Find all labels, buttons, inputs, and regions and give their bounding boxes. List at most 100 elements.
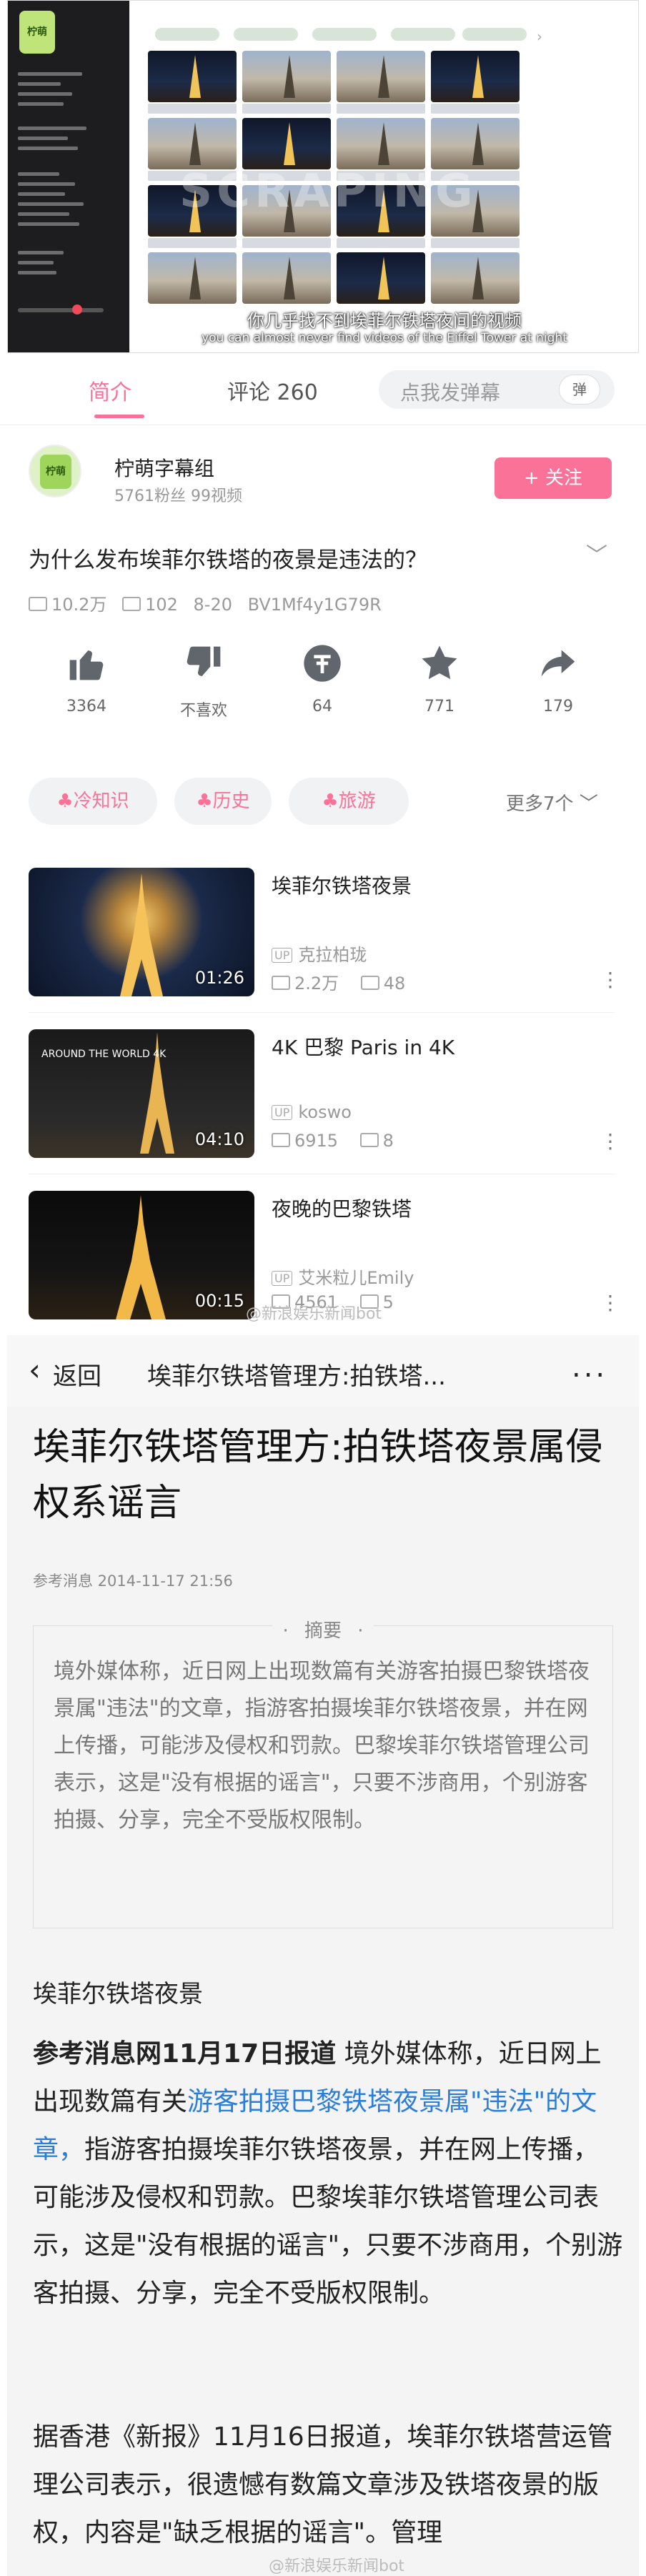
article-title: 埃菲尔铁塔管理方:拍铁塔夜景属侵权系谣言 [33,1426,603,1525]
video-tab-bar: 简介 评论 260 点我发弹幕 弹 [0,353,646,425]
follow-button[interactable]: + 关注 [495,457,612,499]
paragraph-text: 指游客拍摄埃菲尔铁塔夜景，并在网上传播，可能涉及侵权和罚款。巴黎埃菲尔铁塔管理公… [33,2135,623,2308]
tag-icon: ♣ [56,791,74,812]
danmaku-count-icon [122,597,141,611]
grid-thumb[interactable] [431,252,520,304]
player-filter-panel: 柠萌 [8,1,129,352]
publish-date: 8-20 [193,595,232,615]
article-paragraph: 据香港《新报》11月16日报道，埃菲尔铁塔营运管理公司表示，很遗憾有数篇文章涉及… [33,2422,613,2547]
filter-line [18,202,84,206]
up-badge: UP [272,1105,293,1120]
coin-button[interactable]: 64 [283,643,362,715]
slider-handle[interactable] [72,304,82,314]
related-danmaku: 48 [383,974,406,994]
more-tags-button[interactable]: 更多7个 ﹀ [506,789,598,816]
tag-chip[interactable]: ♣旅游 [289,778,409,825]
back-chevron-icon[interactable]: ‹ [29,1352,41,1387]
uploader-avatar[interactable]: 柠萌 [29,445,81,497]
like-count: 3364 [66,698,106,715]
thumb-caption [337,238,425,248]
grid-thumb[interactable] [242,118,331,169]
related-video[interactable]: AROUND THE WORLD 4K 04:10 4K 巴黎 Paris in… [29,1029,620,1158]
play-count-icon [29,597,47,611]
filter-chip[interactable] [462,28,527,41]
tag-label: 旅游 [338,791,376,812]
thumb-overlay-text: AROUND THE WORLD 4K [41,1049,167,1060]
video-duration: 00:15 [194,1291,244,1311]
grid-thumb[interactable] [337,252,425,304]
danmaku-toggle-button[interactable]: 弹 [559,375,600,405]
grid-thumb[interactable] [337,51,425,102]
thumb-caption [431,104,520,114]
thumb-caption [242,104,331,114]
video-title: 为什么发布埃菲尔铁塔的夜景是违法的？ [29,548,427,573]
star-icon [418,643,461,686]
dislike-button[interactable]: 不喜欢 [164,643,243,720]
chevron-down-icon: ﹀ [579,793,598,815]
play-count-icon [272,976,290,990]
chevron-down-icon[interactable]: ﹀ [586,538,607,569]
tag-chip[interactable]: ♣历史 [174,778,272,825]
dislike-label: 不喜欢 [179,702,227,720]
related-author: 克拉柏珑 [298,945,367,965]
video-meta: 10.2万 102 8-20 BV1Mf4y1G79R [29,590,382,615]
video-duration: 01:26 [194,968,244,988]
more-options-icon[interactable]: ⋮ [600,968,620,991]
bv-id: BV1Mf4y1G79R [247,595,382,615]
grid-thumb[interactable] [148,51,237,102]
grid-thumb[interactable] [337,118,425,169]
more-options-icon[interactable]: ⋮ [600,1129,620,1153]
nav-title: 埃菲尔铁塔管理方:拍铁塔... [147,1362,446,1391]
grid-thumb[interactable] [242,51,331,102]
abstract-label: · 摘要 · [272,1620,374,1642]
danmaku-input[interactable]: 点我发弹幕 弹 [379,370,615,409]
grid-thumb[interactable] [148,252,237,304]
more-options-icon[interactable]: ⋮ [600,1291,620,1314]
filter-line [18,137,68,140]
tag-chip[interactable]: ♣冷知识 [29,778,157,825]
video-thumbnail: 01:26 [29,868,254,996]
share-button[interactable]: 179 [519,643,597,715]
filter-chip[interactable] [234,28,298,41]
share-icon [537,643,580,686]
filter-chip[interactable] [155,28,219,41]
coin-icon [301,643,344,686]
video-player[interactable]: 柠萌 › SCRAPING 你几乎找不到埃菲尔铁塔夜间的视频 you can a… [7,0,639,353]
weibo-watermark: @新浪娱乐新闻bot [246,1305,382,1323]
subtitle-chinese: 你几乎找不到埃菲尔铁塔夜间的视频 [247,311,522,331]
active-tab-indicator [94,415,144,418]
danmaku-count: 102 [145,595,178,615]
uploader-name[interactable]: 柠萌字幕组 [114,453,214,482]
filter-chip[interactable] [391,28,455,41]
filter-line [18,222,79,226]
tab-intro[interactable]: 简介 [89,375,131,406]
favorite-button[interactable]: 771 [400,643,479,715]
danmaku-count-icon [359,1133,379,1147]
filter-line [18,261,54,264]
filter-line [18,251,64,254]
related-video[interactable]: 00:15 夜晚的巴黎铁塔 UP 艾米粒儿Emily 4561 5 ⋮ [29,1191,620,1319]
filter-chip[interactable] [312,28,377,41]
subtitle-english: you can almost never find videos of the … [202,331,567,345]
duration-slider[interactable] [18,308,104,312]
grid-thumb[interactable] [242,252,331,304]
tab-comments[interactable]: 评论 260 [227,375,318,406]
like-button[interactable]: 3364 [47,643,126,715]
more-menu-icon[interactable]: ... [572,1351,607,1384]
back-button[interactable]: 返回 [53,1357,101,1392]
filter-line [18,271,56,274]
tag-label: 历史 [212,791,250,812]
share-count: 179 [543,698,573,715]
related-author: koswo [298,1102,352,1122]
grid-thumb[interactable] [148,118,237,169]
related-title: 埃菲尔铁塔夜景 [272,874,412,898]
article-paragraph: 参考消息网11月17日报道 境外媒体称，近日网上出现数篇有关游客拍摄巴黎铁塔夜景… [33,2030,623,2317]
related-video[interactable]: 01:26 埃菲尔铁塔夜景 UP 克拉柏珑 2.2万 48 ⋮ [29,868,620,996]
grid-thumb[interactable] [431,118,520,169]
article-body: 埃菲尔铁塔管理方:拍铁塔夜景属侵权系谣言 参考消息 2014-11-17 21:… [7,1407,639,2576]
danmaku-placeholder: 点我发弹幕 [400,381,501,405]
abstract-label-text: 摘要 [294,1620,352,1642]
filter-line [18,182,75,186]
grid-thumb[interactable] [431,51,520,102]
filter-line [18,82,61,86]
